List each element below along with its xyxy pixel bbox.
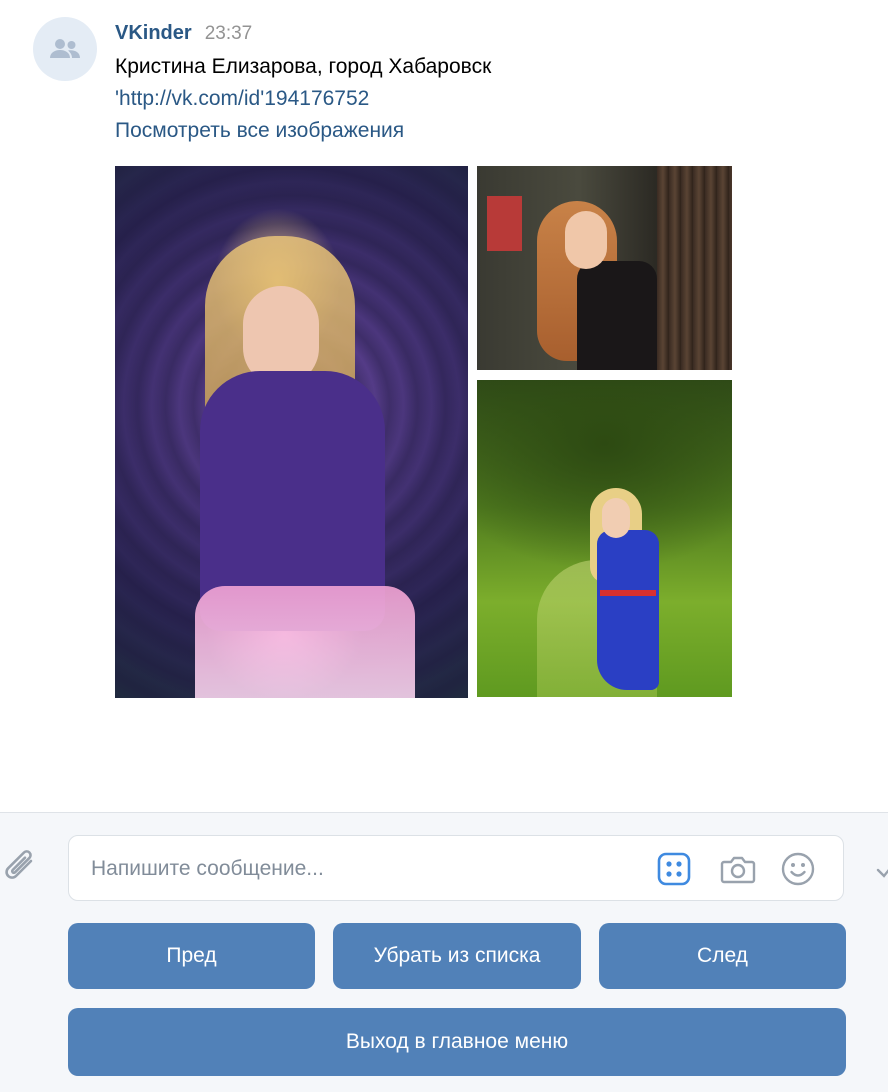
message-header: VKinder 23:37 [115, 22, 252, 50]
photo-attachment-2[interactable] [477, 166, 732, 370]
emoji-button[interactable] [779, 850, 817, 888]
profile-link[interactable]: 'http://vk.com/id'194176752 [115, 87, 369, 111]
avatar[interactable] [33, 17, 97, 81]
remove-from-list-button[interactable]: Убрать из списка [333, 923, 581, 989]
view-all-images-link[interactable]: Посмотреть все изображения [115, 119, 404, 143]
message-time: 23:37 [204, 23, 253, 44]
message-input[interactable]: Напишите сообщение... [68, 835, 844, 901]
exit-to-main-menu-button[interactable]: Выход в главное меню [68, 1008, 846, 1076]
send-icon[interactable] [876, 860, 888, 880]
photo-attachment-3[interactable] [477, 380, 732, 697]
camera-icon [720, 856, 756, 884]
camera-button[interactable] [719, 850, 757, 888]
sender-name[interactable]: VKinder [115, 22, 192, 45]
keyboard-icon [657, 852, 691, 886]
prev-button[interactable]: Пред [68, 923, 315, 989]
users-icon [50, 39, 80, 58]
photo-attachment-1[interactable] [115, 166, 468, 698]
smile-icon [781, 852, 815, 886]
bot-keyboard-button[interactable] [655, 850, 693, 888]
attach-button[interactable] [2, 843, 42, 893]
message-placeholder: Напишите сообщение... [91, 857, 324, 880]
message-text-name: Кристина Елизарова, город Хабаровск [115, 55, 492, 78]
chat-page: VKinder 23:37 Кристина Елизарова, город … [0, 0, 888, 1092]
next-button[interactable]: След [599, 923, 846, 989]
paperclip-icon [5, 850, 33, 879]
